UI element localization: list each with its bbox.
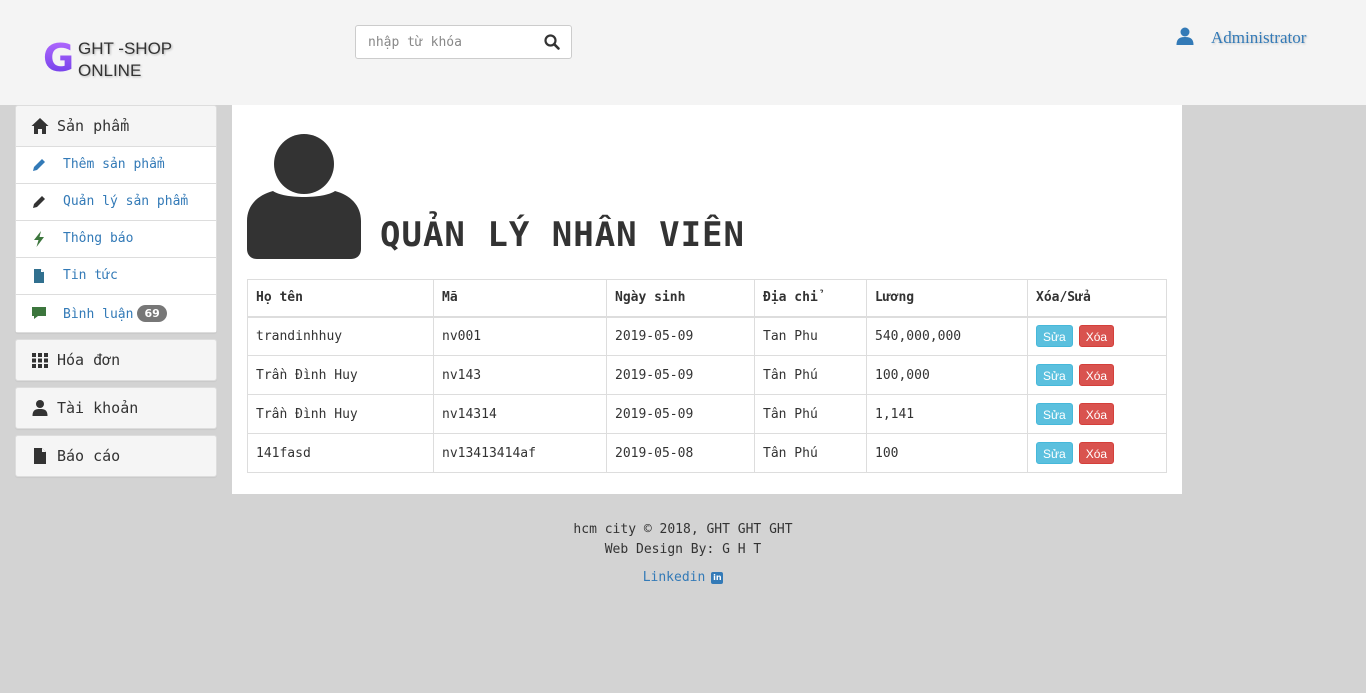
- sidebar-item-label: Tin tức: [63, 268, 118, 283]
- linkedin-link[interactable]: Linkedin in: [643, 570, 724, 585]
- top-header: G GHT -SHOP ONLINE Administrator: [0, 0, 1366, 105]
- column-header-birthdate: Ngày sinh: [606, 279, 755, 318]
- table-row: Trần Đình Huy nv14314 2019-05-09 Tân Phú…: [247, 394, 1167, 434]
- invoices-panel: Hóa đơn: [15, 339, 217, 381]
- cell-address: Tân Phú: [754, 433, 867, 473]
- employee-table: Họ tên Mã Ngày sinh Địa chỉ Lương Xóa/Sử…: [247, 279, 1167, 473]
- cell-actions: Sửa Xóa: [1027, 394, 1167, 434]
- file-icon: [34, 269, 44, 283]
- cell-name: trandinhhuy: [247, 316, 434, 356]
- delete-button[interactable]: Xóa: [1078, 325, 1115, 348]
- sidebar-item-notifications[interactable]: Thông báo: [16, 221, 216, 258]
- search-box: [355, 25, 572, 59]
- sidebar-item-label: Hóa đơn: [57, 351, 121, 369]
- footer: hcm city © 2018, GHT GHT GHT Web Design …: [0, 520, 1366, 585]
- cell-salary: 100: [866, 433, 1028, 473]
- sidebar-item-label: Báo cáo: [57, 447, 121, 465]
- cell-code: nv13413414af: [433, 433, 607, 473]
- sidebar-item-comments[interactable]: Bình luận 69: [16, 295, 216, 332]
- pencil-icon: [33, 196, 45, 208]
- user-icon: [32, 400, 48, 416]
- cell-code: nv001: [433, 316, 607, 356]
- footer-credit: Web Design By: G H T: [604, 542, 762, 557]
- comments-label: Bình luận: [63, 307, 134, 322]
- accounts-panel: Tài khoản: [15, 387, 217, 429]
- logo-letter: G: [43, 36, 75, 80]
- cell-actions: Sửa Xóa: [1027, 433, 1167, 473]
- edit-button[interactable]: Sửa: [1036, 364, 1073, 386]
- column-header-address: Địa chỉ: [754, 279, 867, 318]
- comment-icon: [32, 307, 46, 319]
- cell-birthdate: 2019-05-08: [606, 433, 755, 473]
- cell-salary: 1,141: [866, 394, 1028, 434]
- table-header-row: Họ tên Mã Ngày sinh Địa chỉ Lương Xóa/Sử…: [247, 279, 1167, 318]
- table-row: trandinhhuy nv001 2019-05-09 Tan Phu 540…: [247, 316, 1167, 356]
- home-icon: [31, 118, 49, 134]
- cell-address: Tan Phu: [754, 316, 867, 356]
- brand-line-1: GHT -SHOP: [78, 39, 173, 58]
- sidebar-item-accounts[interactable]: Tài khoản: [16, 388, 216, 428]
- pencil-icon: [33, 159, 45, 171]
- sidebar-item-manage-products[interactable]: Quản lý sản phẩm: [16, 184, 216, 221]
- brand-line-2: ONLINE: [78, 61, 142, 80]
- sidebar-item-reports[interactable]: Báo cáo: [16, 436, 216, 476]
- edit-button[interactable]: Sửa: [1036, 325, 1073, 348]
- user-icon: [247, 134, 361, 259]
- products-panel: Sản phẩm Thêm sản phẩm Quản lý sản phẩm …: [15, 105, 217, 333]
- cell-salary: 100,000: [866, 355, 1028, 395]
- page-title: QUẢN LÝ NHÂN VIÊN: [380, 215, 745, 255]
- reports-panel: Báo cáo: [15, 435, 217, 477]
- sidebar-item-invoices[interactable]: Hóa đơn: [16, 340, 216, 380]
- sidebar-item-label: Sản phẩm: [57, 117, 130, 135]
- table-row: 141fasd nv13413414af 2019-05-08 Tân Phú …: [247, 433, 1167, 473]
- main-content: QUẢN LÝ NHÂN VIÊN Họ tên Mã Ngày sinh Đị…: [232, 105, 1182, 494]
- cell-code: nv14314: [433, 394, 607, 434]
- sidebar-item-label: Bình luận 69: [63, 305, 167, 322]
- sidebar-item-label: Quản lý sản phẩm: [63, 194, 189, 209]
- comments-count-badge: 69: [137, 305, 167, 322]
- cell-name: 141fasd: [247, 433, 434, 473]
- edit-button[interactable]: Sửa: [1036, 442, 1073, 464]
- cell-name: Trần Đình Huy: [247, 355, 434, 395]
- grid-icon: [32, 353, 48, 368]
- column-header-code: Mã: [433, 279, 607, 318]
- table-row: Trần Đình Huy nv143 2019-05-09 Tân Phú 1…: [247, 355, 1167, 395]
- file-icon: [34, 448, 46, 464]
- cell-birthdate: 2019-05-09: [606, 316, 755, 356]
- cell-birthdate: 2019-05-09: [606, 355, 755, 395]
- sidebar: Sản phẩm Thêm sản phẩm Quản lý sản phẩm …: [15, 105, 217, 483]
- sidebar-item-news[interactable]: Tin tức: [16, 258, 216, 295]
- flash-icon: [34, 231, 44, 247]
- delete-button[interactable]: Xóa: [1078, 442, 1115, 464]
- cell-address: Tân Phú: [754, 394, 867, 434]
- search-icon[interactable]: [543, 33, 561, 51]
- sidebar-item-label: Tài khoản: [57, 399, 139, 417]
- sidebar-item-add-product[interactable]: Thêm sản phẩm: [16, 147, 216, 184]
- column-header-salary: Lương: [866, 279, 1028, 318]
- products-submenu: Thêm sản phẩm Quản lý sản phẩm Thông báo: [16, 146, 216, 332]
- cell-name: Trần Đình Huy: [247, 394, 434, 434]
- delete-button[interactable]: Xóa: [1078, 364, 1115, 386]
- user-name[interactable]: Administrator: [1211, 28, 1306, 48]
- column-header-actions: Xóa/Sửa: [1027, 279, 1167, 318]
- sidebar-item-label: Thêm sản phẩm: [63, 157, 165, 172]
- cell-address: Tân Phú: [754, 355, 867, 395]
- cell-salary: 540,000,000: [866, 316, 1028, 356]
- sidebar-item-products[interactable]: Sản phẩm: [16, 106, 216, 146]
- edit-button[interactable]: Sửa: [1036, 403, 1073, 425]
- column-header-name: Họ tên: [247, 279, 434, 318]
- cell-birthdate: 2019-05-09: [606, 394, 755, 434]
- sidebar-item-label: Thông báo: [63, 231, 134, 246]
- footer-copyright: hcm city © 2018, GHT GHT GHT: [573, 522, 793, 537]
- linkedin-label: Linkedin: [642, 570, 706, 585]
- linkedin-icon: in: [711, 571, 724, 584]
- brand-name: GHT -SHOP ONLINE: [78, 38, 172, 82]
- search-input[interactable]: [356, 26, 526, 58]
- cell-actions: Sửa Xóa: [1027, 355, 1167, 395]
- delete-button[interactable]: Xóa: [1078, 403, 1115, 425]
- user-icon: [1176, 27, 1194, 45]
- cell-code: nv143: [433, 355, 607, 395]
- cell-actions: Sửa Xóa: [1027, 316, 1167, 356]
